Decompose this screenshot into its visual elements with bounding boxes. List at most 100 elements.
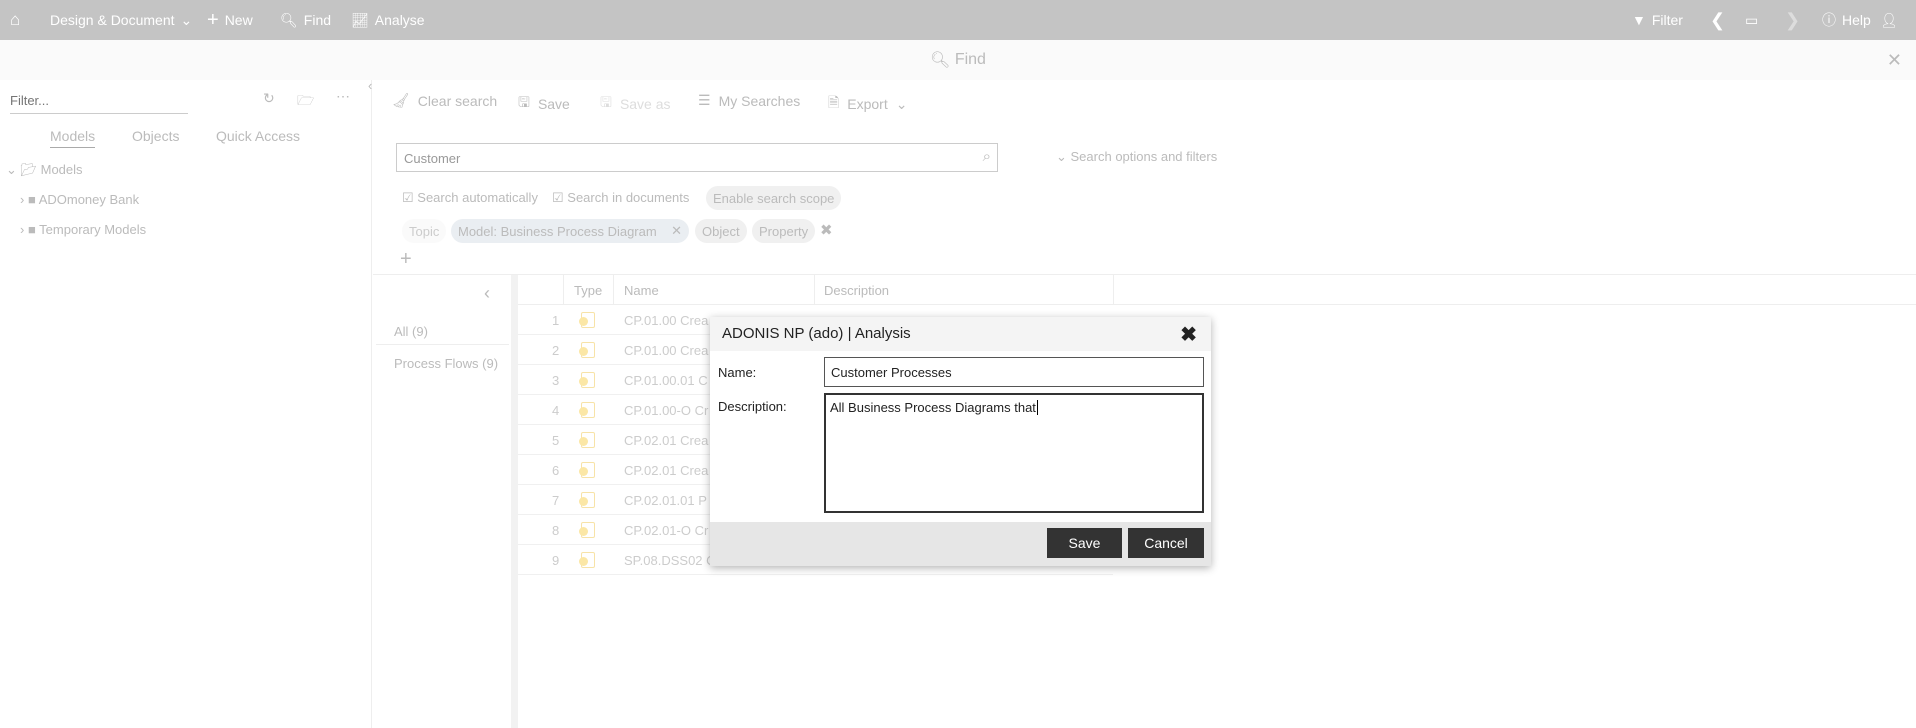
find-header: 🔍︎ Find ✕ [0,40,1916,80]
row-name: CP.02.01.01 P [624,493,707,508]
chevron-down-icon: ⌄ [895,95,908,112]
search-icon[interactable]: ⌕ [983,148,991,165]
close-icon[interactable]: ✕ [1887,50,1902,71]
new-label: New [224,12,253,28]
find-title: Find [954,51,986,68]
row-name: CP.02.01 Crea [624,463,709,478]
row-name: CP.02.01 Crea [624,433,709,448]
label: Topic [409,223,440,239]
row-name: CP.01.00 Crea [624,313,709,328]
menu-label: Design & Document [50,12,175,28]
category-all[interactable]: All (9) [394,324,428,339]
my-searches-button[interactable]: ☰ My Searches [698,92,800,109]
forward-icon[interactable]: ❯ [1785,0,1800,40]
search-in-documents-checkbox[interactable]: ☑ Search in documents [552,190,689,206]
chip-object[interactable]: Object [695,219,747,243]
save-as-button[interactable]: 🖫 Save as [600,92,671,116]
analysis-dialog: ADONIS NP (ado) | Analysis ✖ Name: Custo… [710,317,1211,566]
search-icon: 🔍︎ [280,11,298,28]
column-description[interactable]: Description [824,283,889,298]
help-label: Help [1842,12,1871,28]
label: Property [759,223,809,239]
analyse-label: Analyse [374,12,425,28]
search-automatically-checkbox[interactable]: ☑ Search automatically [402,190,538,206]
enable-search-scope-button[interactable]: Enable search scope [706,186,842,210]
find-label: Find [303,12,332,28]
design-document-menu[interactable]: Design & Document ⌄ [50,0,192,40]
new-button[interactable]: + New [207,0,253,40]
label: Model: Business Process Diagram [458,223,657,239]
table-header: Type Name Description [518,275,1916,305]
row-index: 4 [552,403,560,418]
name-label: Name: [718,365,757,380]
folder-open-icon[interactable]: 🗁 [297,90,314,114]
tab-objects[interactable]: Objects [132,128,179,144]
label: Save as [619,96,671,112]
close-icon[interactable]: ✖ [1180,322,1197,347]
top-nav-bar: ⌂ Design & Document ⌄ + New 🔍︎ Find 📈︎ Analy… [0,0,1916,40]
description-textarea[interactable]: All Business Process Diagrams that [824,393,1204,513]
filter-button[interactable]: ▼ Filter [1632,0,1683,40]
tab-quick-access[interactable]: Quick Access [216,128,300,144]
chip-property[interactable]: Property [752,219,816,243]
chip-model[interactable]: Model: Business Process Diagram ✕ [451,219,689,243]
row-index: 1 [552,313,560,328]
save-search-button[interactable]: 🖫 Save [518,92,570,116]
find-button[interactable]: 🔍︎ Find [280,0,331,40]
row-name: CP.02.01-O Cr [624,523,709,538]
row-name: CP.01.00 Crea [624,343,709,358]
more-icon[interactable]: ⋯ [336,88,350,105]
clear-search-button[interactable]: 🧹︎ Clear search [392,92,497,109]
tab-models[interactable]: Models [50,128,96,148]
name-input[interactable]: Customer Processes [824,357,1204,387]
add-filter-icon[interactable]: + [400,248,412,271]
divider [376,344,509,345]
dialog-title: ADONIS NP (ado) | Analysis [722,325,911,342]
row-index: 2 [552,343,560,358]
label: Object [702,223,740,239]
search-icon: 🔍︎ [930,52,955,69]
label: Search automatically [417,190,538,205]
plus-icon: + [207,8,219,31]
filter-input[interactable] [10,88,188,114]
collapse-categories-icon[interactable]: ‹ [484,283,490,304]
row-index: 7 [552,493,560,508]
diagram-icon [579,432,595,448]
chip-topic[interactable]: Topic [402,219,447,243]
tree-label: Models [40,162,83,177]
tree-label: ADOmoney Bank [38,192,140,207]
column-name[interactable]: Name [624,283,659,298]
window-icon[interactable]: ▭ [1745,0,1758,40]
row-index: 8 [552,523,560,538]
user-icon[interactable]: 👤︎ [1880,0,1898,40]
diagram-icon [579,462,595,478]
category-process-flows[interactable]: Process Flows (9) [394,356,498,371]
row-index: 3 [552,373,560,388]
home-icon[interactable]: ⌂ [10,0,20,40]
column-type[interactable]: Type [574,283,602,298]
search-options-toggle[interactable]: ⌄ Search options and filters [1056,149,1217,165]
collapse-panel-icon[interactable]: ‹ [368,78,372,93]
remove-icon[interactable]: ✕ [671,223,682,239]
search-value: Customer [404,151,461,166]
search-input[interactable]: Customer ⌕ [396,143,998,172]
tree-root-models[interactable]: ⌄ 📂︎ Models [6,162,83,178]
help-button[interactable]: ⓘ Help [1822,0,1871,40]
chart-icon: 📈︎ [351,11,369,28]
name-value: Customer Processes [831,365,952,380]
label: Save [537,96,570,112]
label: Enable search scope [713,190,835,206]
export-button[interactable]: 🗎 Export ⌄ [828,92,907,116]
save-button[interactable]: Save [1047,528,1122,558]
diagram-icon [579,402,595,418]
tree-item-adomoney-bank[interactable]: › ■ ADOmoney Bank [20,192,139,207]
splitter[interactable] [511,275,518,728]
analyse-button[interactable]: 📈︎ Analyse [351,0,425,40]
tree-item-temporary-models[interactable]: › ■ Temporary Models [20,222,146,237]
dialog-header: ADONIS NP (ado) | Analysis ✖ [710,317,1211,351]
diagram-icon [579,372,595,388]
cancel-button[interactable]: Cancel [1128,528,1204,558]
back-icon[interactable]: ❮ [1710,0,1725,40]
refresh-icon[interactable]: ↻ [263,90,275,107]
clear-filters-icon[interactable]: ✖ [820,221,833,239]
